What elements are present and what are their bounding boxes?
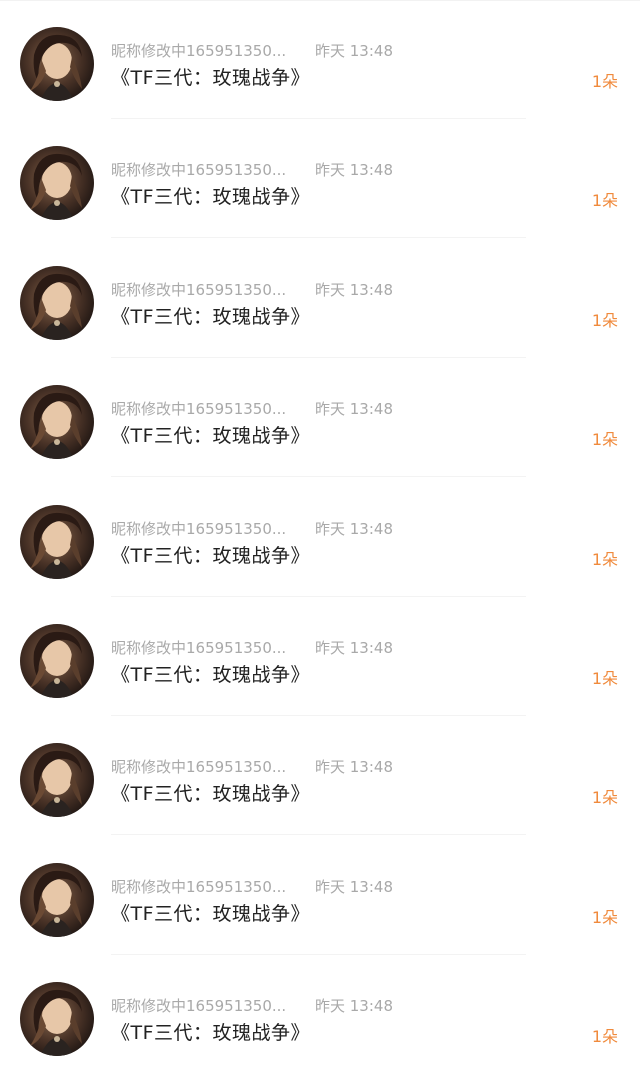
avatar[interactable] — [20, 27, 94, 101]
flower-count: 1朵 — [591, 311, 618, 330]
list-item[interactable]: 昵称修改中165951350... 昨天 13:48 《TF三代：玫瑰战争》 1朵 — [0, 955, 640, 1074]
meta-line: 昵称修改中165951350... 昨天 13:48 — [111, 995, 393, 1016]
item-title[interactable]: 《TF三代：玫瑰战争》 — [111, 660, 310, 687]
list-item[interactable]: 昵称修改中165951350... 昨天 13:48 《TF三代：玫瑰战争》 1朵 — [0, 0, 640, 119]
list-item[interactable]: 昵称修改中165951350... 昨天 13:48 《TF三代：玫瑰战争》 1朵 — [0, 358, 640, 477]
avatar-image-icon — [30, 750, 82, 817]
nickname[interactable]: 昵称修改中165951350... — [111, 518, 307, 539]
avatar-image-icon — [30, 512, 82, 579]
timestamp: 昨天 13:48 — [315, 639, 393, 657]
timestamp: 昨天 13:48 — [315, 520, 393, 538]
timestamp: 昨天 13:48 — [315, 758, 393, 776]
meta-line: 昵称修改中165951350... 昨天 13:48 — [111, 398, 393, 419]
item-title[interactable]: 《TF三代：玫瑰战争》 — [111, 63, 310, 90]
nickname[interactable]: 昵称修改中165951350... — [111, 159, 307, 180]
nickname[interactable]: 昵称修改中165951350... — [111, 279, 307, 300]
avatar-image-icon — [30, 34, 82, 101]
list-item[interactable]: 昵称修改中165951350... 昨天 13:48 《TF三代：玫瑰战争》 1朵 — [0, 478, 640, 597]
list-item[interactable]: 昵称修改中165951350... 昨天 13:48 《TF三代：玫瑰战争》 1朵 — [0, 239, 640, 358]
meta-line: 昵称修改中165951350... 昨天 13:48 — [111, 756, 393, 777]
avatar[interactable] — [20, 266, 94, 340]
flower-count: 1朵 — [591, 908, 618, 927]
flower-count: 1朵 — [591, 1027, 618, 1046]
avatar-image-icon — [30, 392, 82, 459]
item-title[interactable]: 《TF三代：玫瑰战争》 — [111, 779, 310, 806]
avatar[interactable] — [20, 743, 94, 817]
avatar-image-icon — [30, 631, 82, 698]
list-item[interactable]: 昵称修改中165951350... 昨天 13:48 《TF三代：玫瑰战争》 1朵 — [0, 836, 640, 955]
item-title[interactable]: 《TF三代：玫瑰战争》 — [111, 1018, 310, 1045]
flower-count: 1朵 — [591, 788, 618, 807]
flower-count: 1朵 — [591, 430, 618, 449]
avatar-image-icon — [30, 870, 82, 937]
timestamp: 昨天 13:48 — [315, 281, 393, 299]
flower-count: 1朵 — [591, 191, 618, 210]
list-item[interactable]: 昵称修改中165951350... 昨天 13:48 《TF三代：玫瑰战争》 1朵 — [0, 716, 640, 835]
item-title[interactable]: 《TF三代：玫瑰战争》 — [111, 421, 310, 448]
nickname[interactable]: 昵称修改中165951350... — [111, 40, 307, 61]
meta-line: 昵称修改中165951350... 昨天 13:48 — [111, 518, 393, 539]
meta-line: 昵称修改中165951350... 昨天 13:48 — [111, 279, 393, 300]
nickname[interactable]: 昵称修改中165951350... — [111, 995, 307, 1016]
avatar[interactable] — [20, 385, 94, 459]
meta-line: 昵称修改中165951350... 昨天 13:48 — [111, 637, 393, 658]
timestamp: 昨天 13:48 — [315, 161, 393, 179]
avatar-image-icon — [30, 273, 82, 340]
row-divider — [111, 476, 526, 477]
meta-line: 昵称修改中165951350... 昨天 13:48 — [111, 159, 393, 180]
avatar-image-icon — [30, 153, 82, 220]
meta-line: 昵称修改中165951350... 昨天 13:48 — [111, 40, 393, 61]
avatar[interactable] — [20, 146, 94, 220]
item-title[interactable]: 《TF三代：玫瑰战争》 — [111, 182, 310, 209]
row-divider — [111, 237, 526, 238]
avatar[interactable] — [20, 982, 94, 1056]
flower-count: 1朵 — [591, 72, 618, 91]
timestamp: 昨天 13:48 — [315, 400, 393, 418]
nickname[interactable]: 昵称修改中165951350... — [111, 398, 307, 419]
avatar[interactable] — [20, 505, 94, 579]
timestamp: 昨天 13:48 — [315, 878, 393, 896]
flower-count: 1朵 — [591, 669, 618, 688]
nickname[interactable]: 昵称修改中165951350... — [111, 756, 307, 777]
item-title[interactable]: 《TF三代：玫瑰战争》 — [111, 899, 310, 926]
row-divider — [111, 834, 526, 835]
avatar-image-icon — [30, 989, 82, 1056]
item-title[interactable]: 《TF三代：玫瑰战争》 — [111, 541, 310, 568]
timestamp: 昨天 13:48 — [315, 997, 393, 1015]
avatar[interactable] — [20, 863, 94, 937]
nickname[interactable]: 昵称修改中165951350... — [111, 637, 307, 658]
item-title[interactable]: 《TF三代：玫瑰战争》 — [111, 302, 310, 329]
list-item[interactable]: 昵称修改中165951350... 昨天 13:48 《TF三代：玫瑰战争》 1朵 — [0, 119, 640, 238]
flower-count: 1朵 — [591, 550, 618, 569]
list-item[interactable]: 昵称修改中165951350... 昨天 13:48 《TF三代：玫瑰战争》 1朵 — [0, 597, 640, 716]
avatar[interactable] — [20, 624, 94, 698]
timestamp: 昨天 13:48 — [315, 42, 393, 60]
nickname[interactable]: 昵称修改中165951350... — [111, 876, 307, 897]
meta-line: 昵称修改中165951350... 昨天 13:48 — [111, 876, 393, 897]
